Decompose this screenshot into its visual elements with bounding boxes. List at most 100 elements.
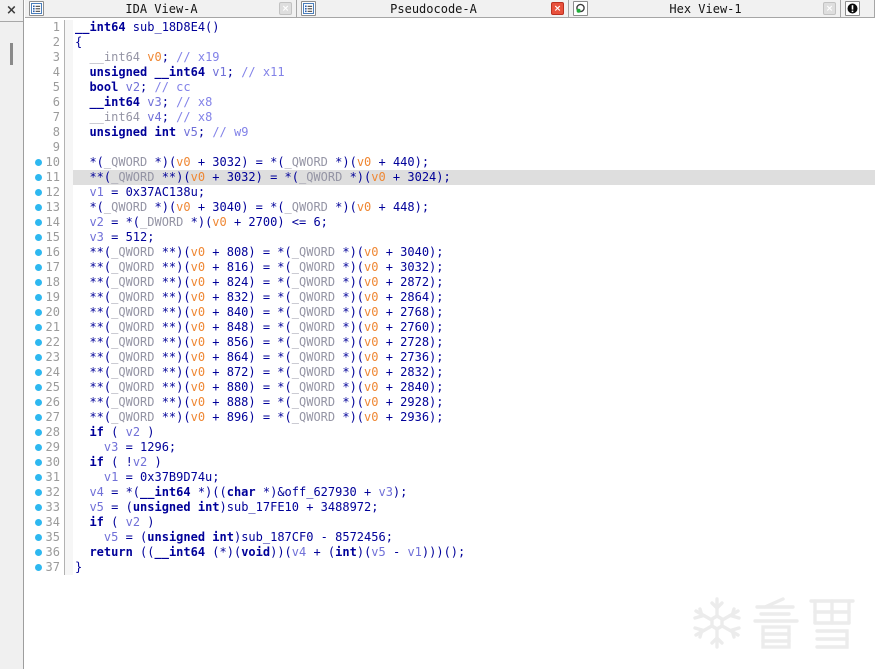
code-text: **(_QWORD **)(v0 + 888) = *(_QWORD *)(v0… bbox=[75, 395, 444, 409]
code-line[interactable]: 36 return ((__int64 (*)(void))(v4 + (int… bbox=[25, 545, 875, 560]
tab-hex-view[interactable]: Hex View-1 × bbox=[569, 0, 841, 17]
line-marker-dot bbox=[35, 249, 42, 256]
code-line[interactable]: 4 unsigned __int64 v1; // x11 bbox=[25, 65, 875, 80]
close-icon: × bbox=[6, 3, 17, 18]
tab-title: Pseudocode-A bbox=[390, 1, 477, 16]
code-line[interactable]: 32 v4 = *(__int64 *)((char *)&off_627930… bbox=[25, 485, 875, 500]
code-text: __int64 v0; // x19 bbox=[89, 50, 220, 64]
line-number: 23 bbox=[45, 350, 60, 364]
code-text: if ( v2 ) bbox=[89, 515, 155, 529]
code-line[interactable]: 25 **(_QWORD **)(v0 + 880) = *(_QWORD *)… bbox=[25, 380, 875, 395]
code-line[interactable]: 31 v1 = 0x37B9D74u; bbox=[25, 470, 875, 485]
code-text: **(_QWORD **)(v0 + 848) = *(_QWORD *)(v0… bbox=[75, 320, 444, 334]
line-marker-dot bbox=[35, 264, 42, 271]
tab-ida-view[interactable]: IDA View-A × bbox=[25, 0, 297, 17]
line-number: 34 bbox=[45, 515, 60, 529]
rail-close-button[interactable]: × bbox=[0, 0, 23, 22]
code-text: **(_QWORD **)(v0 + 880) = *(_QWORD *)(v0… bbox=[75, 380, 444, 394]
rail-scrollbar[interactable] bbox=[0, 23, 23, 669]
code-line[interactable]: 2{ bbox=[25, 35, 875, 50]
line-number: 28 bbox=[45, 425, 60, 439]
code-line[interactable]: 16 **(_QWORD **)(v0 + 808) = *(_QWORD *)… bbox=[25, 245, 875, 260]
code-line[interactable]: 14 v2 = *(_DWORD *)(v0 + 2700) <= 6; bbox=[25, 215, 875, 230]
current-line-highlight: **(_QWORD **)(v0 + 3032) = *(_QWORD *)(v… bbox=[73, 170, 875, 185]
code-line[interactable]: 29 v3 = 1296; bbox=[25, 440, 875, 455]
line-marker-dot bbox=[35, 219, 42, 226]
line-number: 12 bbox=[45, 185, 60, 199]
tab-close-button[interactable]: × bbox=[279, 2, 292, 15]
line-number: 3 bbox=[52, 50, 60, 64]
line-number: 30 bbox=[45, 455, 60, 469]
code-line[interactable]: 18 **(_QWORD **)(v0 + 824) = *(_QWORD *)… bbox=[25, 275, 875, 290]
code-line[interactable]: 5 bool v2; // cc bbox=[25, 80, 875, 95]
code-line[interactable]: 3 __int64 v0; // x19 bbox=[25, 50, 875, 65]
code-text: **(_QWORD **)(v0 + 872) = *(_QWORD *)(v0… bbox=[75, 365, 444, 379]
code-line[interactable]: 6 __int64 v3; // x8 bbox=[25, 95, 875, 110]
line-number: 5 bbox=[52, 80, 60, 94]
code-line[interactable]: 24 **(_QWORD **)(v0 + 872) = *(_QWORD *)… bbox=[25, 365, 875, 380]
rail-scrollbar-thumb[interactable] bbox=[10, 43, 13, 65]
line-marker-dot bbox=[35, 489, 42, 496]
code-line[interactable]: 17 **(_QWORD **)(v0 + 816) = *(_QWORD *)… bbox=[25, 260, 875, 275]
code-line[interactable]: 10 *(_QWORD *)(v0 + 3032) = *(_QWORD *)(… bbox=[25, 155, 875, 170]
code-text: bool v2; // cc bbox=[89, 80, 191, 94]
code-text: } bbox=[75, 560, 83, 574]
tab-pseudocode[interactable]: Pseudocode-A × bbox=[297, 0, 569, 17]
code-text: unsigned __int64 v1; // x11 bbox=[89, 65, 285, 79]
code-line[interactable]: 37} bbox=[25, 560, 875, 575]
code-line[interactable]: 33 v5 = (unsigned int)sub_17FE10 + 34889… bbox=[25, 500, 875, 515]
ida-window: × IDA View-A × Pseudocode-A × Hex View-1… bbox=[0, 0, 875, 669]
line-number: 19 bbox=[45, 290, 60, 304]
line-number: 27 bbox=[45, 410, 60, 424]
code-text: v5 = (unsigned int)sub_17FE10 + 3488972; bbox=[89, 500, 379, 514]
code-line[interactable]: 26 **(_QWORD **)(v0 + 888) = *(_QWORD *)… bbox=[25, 395, 875, 410]
code-line[interactable]: 30 if ( !v2 ) bbox=[25, 455, 875, 470]
tab-close-button[interactable]: × bbox=[823, 2, 836, 15]
code-line[interactable]: 27 **(_QWORD **)(v0 + 896) = *(_QWORD *)… bbox=[25, 410, 875, 425]
line-number: 29 bbox=[45, 440, 60, 454]
code-line[interactable]: 23 **(_QWORD **)(v0 + 864) = *(_QWORD *)… bbox=[25, 350, 875, 365]
code-line[interactable]: 28 if ( v2 ) bbox=[25, 425, 875, 440]
code-line[interactable]: 15 v3 = 512; bbox=[25, 230, 875, 245]
hex-view-icon bbox=[573, 1, 588, 16]
line-number: 10 bbox=[45, 155, 60, 169]
code-line[interactable]: 12 v1 = 0x37AC138u; bbox=[25, 185, 875, 200]
code-line[interactable]: 1 __int64 sub_18D8E4() bbox=[25, 20, 875, 35]
code-text: __int64 v3; // x8 bbox=[89, 95, 213, 109]
pseudocode-panel[interactable]: 1 __int64 sub_18D8E4() 2{3 __int64 v0; // … bbox=[25, 18, 875, 669]
code-line[interactable]: 21 **(_QWORD **)(v0 + 848) = *(_QWORD *)… bbox=[25, 320, 875, 335]
code-line[interactable]: 9 bbox=[25, 140, 875, 155]
line-marker-dot bbox=[35, 294, 42, 301]
code-text: **(_QWORD **)(v0 + 824) = *(_QWORD *)(v0… bbox=[75, 275, 444, 289]
tab-close-button[interactable]: × bbox=[551, 2, 564, 15]
code-text: v3 = 1296; bbox=[103, 440, 177, 454]
line-number: 37 bbox=[45, 560, 60, 574]
code-line[interactable]: 35 v5 = (unsigned int)sub_187CF0 - 85724… bbox=[25, 530, 875, 545]
code-text: { bbox=[75, 35, 83, 49]
code-line[interactable]: 20 **(_QWORD **)(v0 + 840) = *(_QWORD *)… bbox=[25, 305, 875, 320]
code-lines: 1 __int64 sub_18D8E4() 2{3 __int64 v0; // … bbox=[25, 20, 875, 575]
code-text: v4 = *(__int64 *)((char *)&off_627930 + … bbox=[89, 485, 408, 499]
line-marker-dot bbox=[35, 504, 42, 511]
line-marker-dot bbox=[35, 354, 42, 361]
list-view-icon bbox=[301, 1, 316, 16]
line-number: 4 bbox=[52, 65, 60, 79]
line-marker-dot bbox=[35, 399, 42, 406]
line-marker-dot bbox=[35, 309, 42, 316]
code-text: v1 = 0x37B9D74u; bbox=[103, 470, 220, 484]
code-line[interactable]: 7 __int64 v4; // x8 bbox=[25, 110, 875, 125]
code-line[interactable]: 13 *(_QWORD *)(v0 + 3040) = *(_QWORD *)(… bbox=[25, 200, 875, 215]
code-line[interactable]: 11 **(_QWORD **)(v0 + 3032) = *(_QWORD *… bbox=[25, 170, 875, 185]
code-line[interactable]: 19 **(_QWORD **)(v0 + 832) = *(_QWORD *)… bbox=[25, 290, 875, 305]
code-line[interactable]: 34 if ( v2 ) bbox=[25, 515, 875, 530]
tab-partial[interactable] bbox=[841, 0, 875, 17]
list-view-icon bbox=[29, 1, 44, 16]
line-marker-dot bbox=[35, 549, 42, 556]
code-line[interactable]: 22 **(_QWORD **)(v0 + 856) = *(_QWORD *)… bbox=[25, 335, 875, 350]
line-number: 14 bbox=[45, 215, 60, 229]
line-marker-dot bbox=[35, 429, 42, 436]
line-number: 36 bbox=[45, 545, 60, 559]
code-line[interactable]: 8 unsigned int v5; // w9 bbox=[25, 125, 875, 140]
code-text: v5 = (unsigned int)sub_187CF0 - 8572456; bbox=[103, 530, 393, 544]
